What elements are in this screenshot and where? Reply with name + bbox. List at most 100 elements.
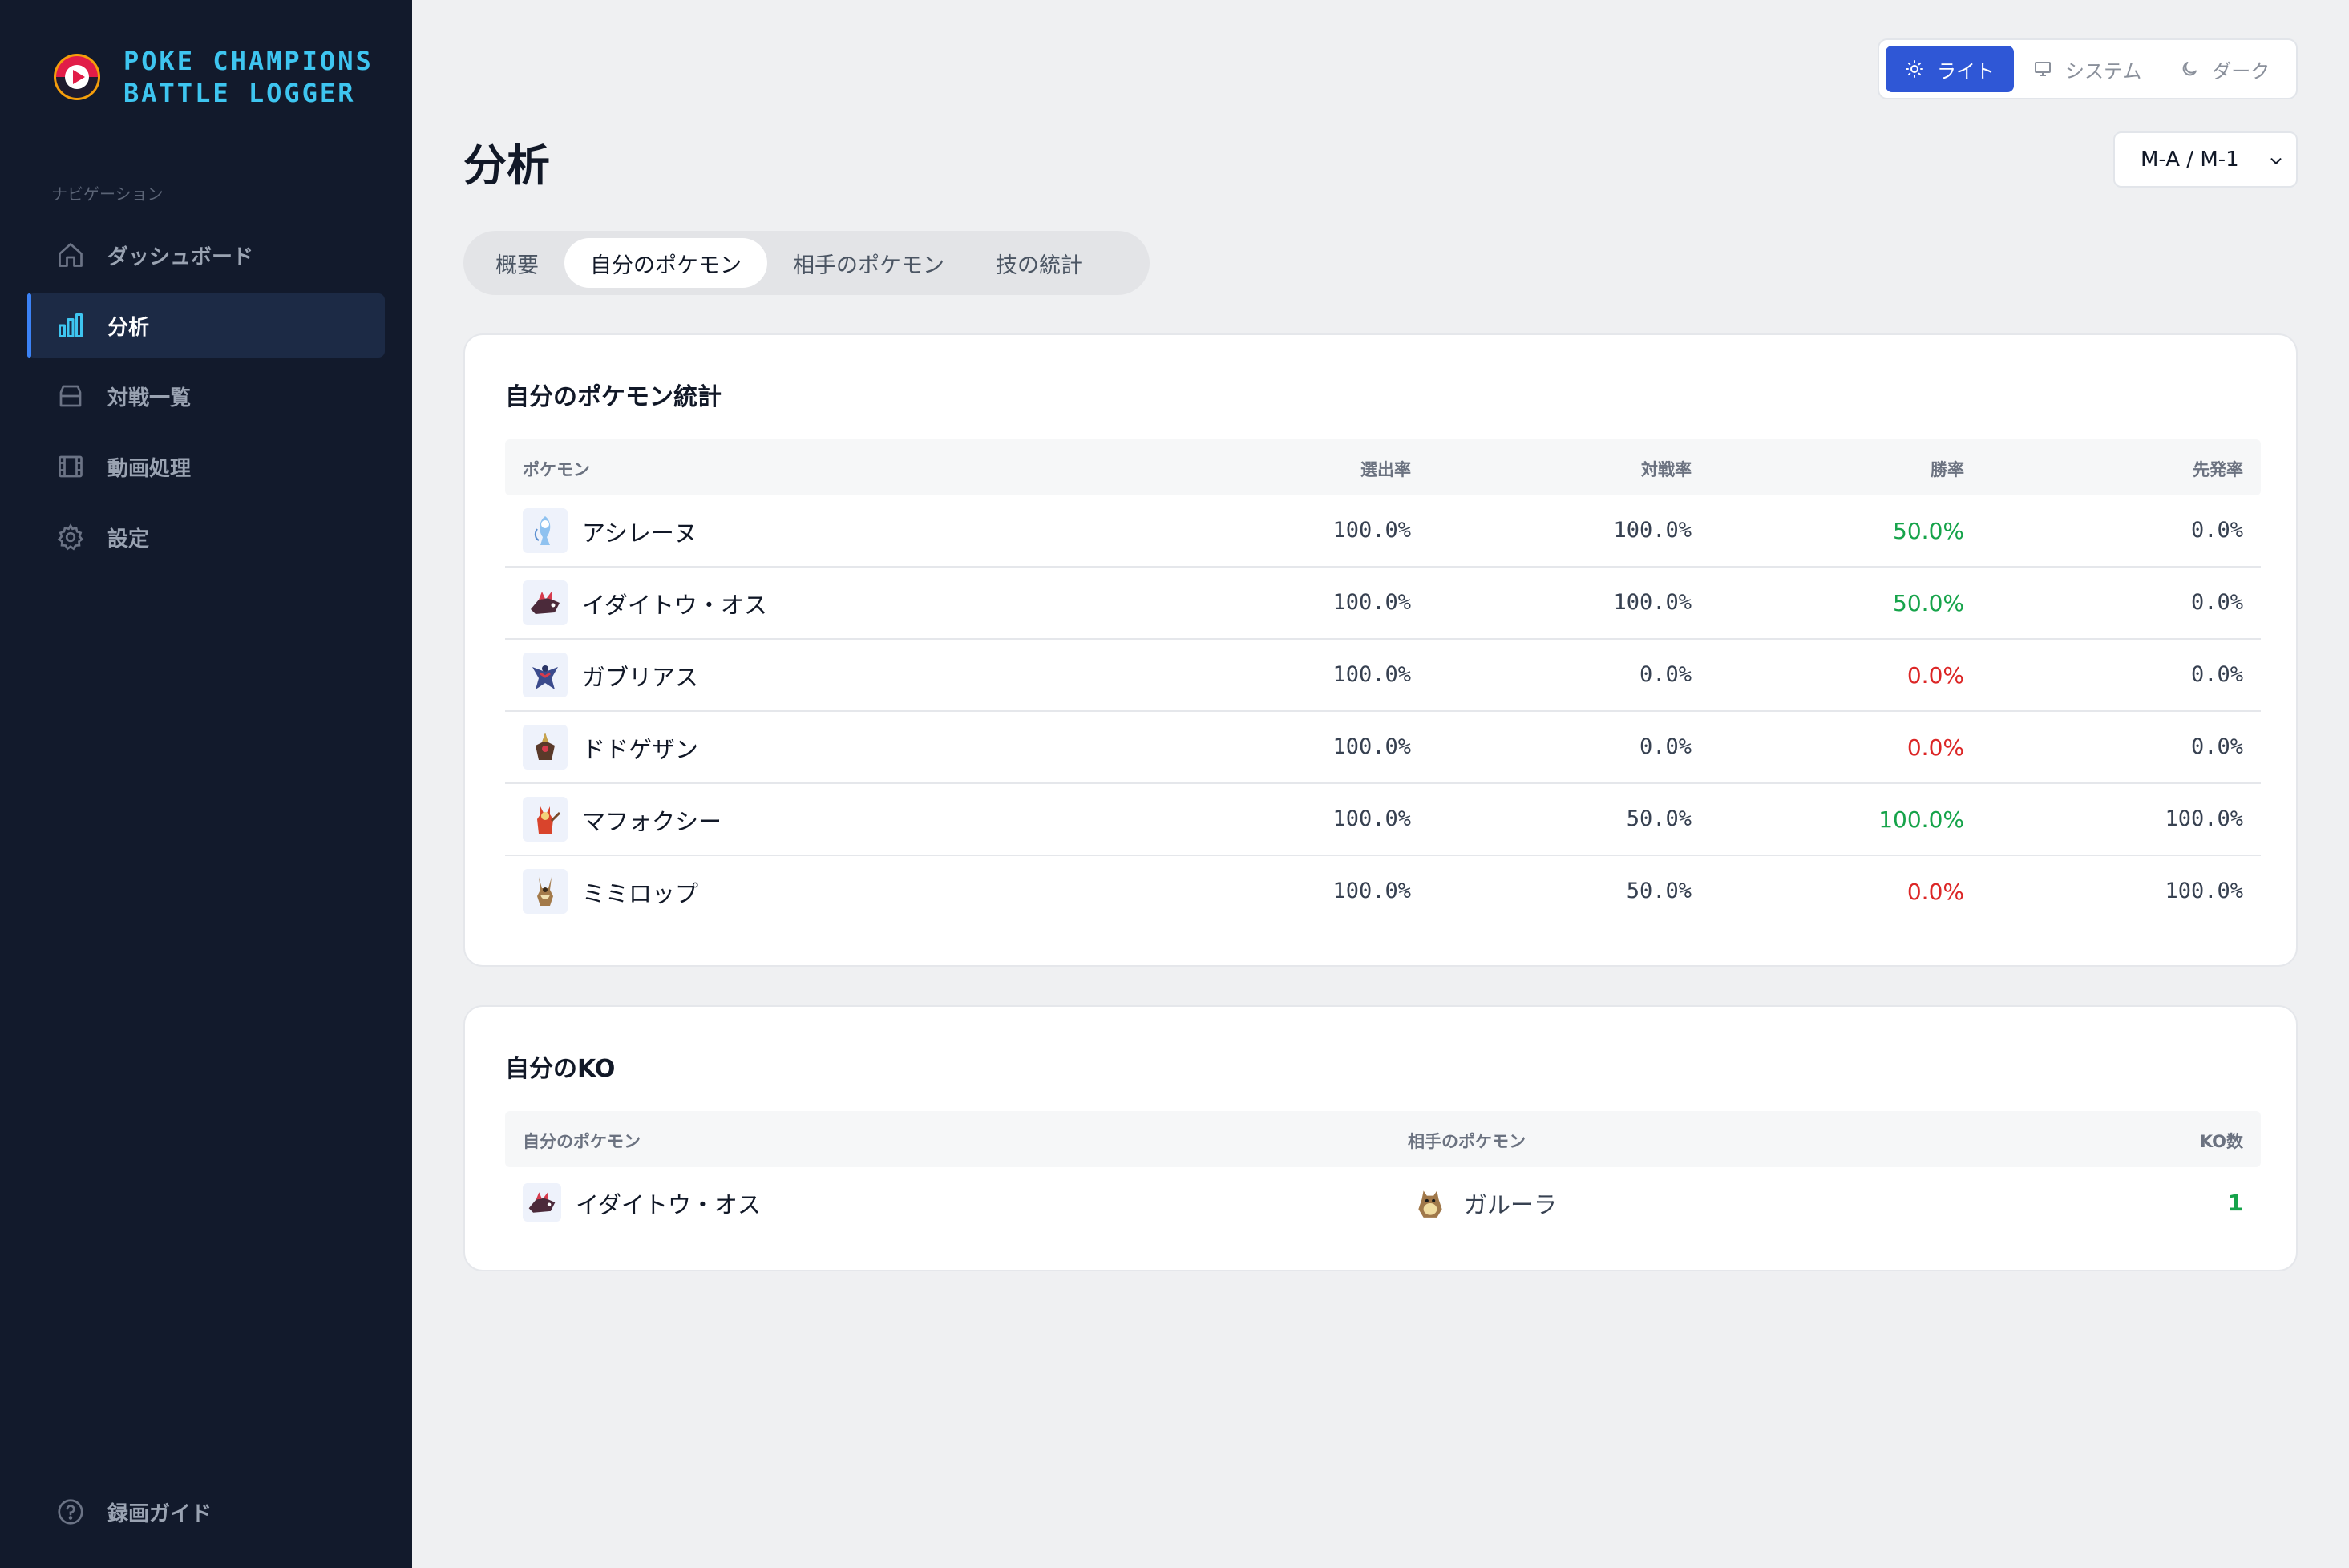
season-select-value: M-A / M-1 xyxy=(2141,148,2239,172)
battle-rate: 100.0% xyxy=(1613,590,1692,615)
table-row[interactable]: ガブリアス 100.0% 0.0% 0.0% 0.0% xyxy=(505,640,2261,712)
tab-opponent-pokemon[interactable]: 相手のポケモン xyxy=(767,238,970,288)
app-logo-icon xyxy=(54,54,100,100)
archive-icon xyxy=(56,382,85,410)
table-row[interactable]: イダイトウ・オス 100.0% 100.0% 50.0% 0.0% xyxy=(505,568,2261,640)
sidebar-item-label: 対戦一覧 xyxy=(107,386,192,410)
table-row[interactable]: ドドゲザン 100.0% 0.0% 0.0% 0.0% xyxy=(505,712,2261,784)
pokemon-sprite-icon xyxy=(523,653,568,697)
app-title-line2: BATTLE LOGGER xyxy=(123,78,356,108)
lead-rate: 0.0% xyxy=(2190,590,2243,615)
win-rate: 50.0% xyxy=(1893,590,1964,616)
table-row[interactable]: マフォクシー 100.0% 50.0% 100.0% 100.0% xyxy=(505,784,2261,856)
pokemon-name: アシレーヌ xyxy=(582,519,697,547)
table-row[interactable]: アシレーヌ 100.0% 100.0% 50.0% 0.0% xyxy=(505,495,2261,568)
battle-rate: 0.0% xyxy=(1639,662,1692,687)
sidebar-item-label: ダッシュボード xyxy=(107,244,254,269)
sun-icon xyxy=(1906,60,1923,78)
pokemon-name: ガブリアス xyxy=(582,664,699,691)
pick-rate: 100.0% xyxy=(1332,662,1411,687)
gear-icon xyxy=(56,523,85,552)
my-pokemon-stats-card: 自分のポケモン統計 ポケモン 選出率 対戦率 勝率 先発率 アシレーヌ 100.… xyxy=(463,333,2298,967)
home-icon xyxy=(56,240,85,269)
pick-rate: 100.0% xyxy=(1332,590,1411,615)
app-title-line1: POKE CHAMPIONS xyxy=(123,46,374,76)
theme-system-label: システム xyxy=(2065,59,2142,83)
tab-overview[interactable]: 概要 xyxy=(470,238,564,288)
stats-card-title: 自分のポケモン統計 xyxy=(505,383,722,411)
sidebar-item-battles[interactable]: 対戦一覧 xyxy=(27,364,385,428)
pick-rate: 100.0% xyxy=(1332,518,1411,543)
col-win-rate[interactable]: 勝率 xyxy=(1931,457,1964,481)
season-select[interactable]: M-A / M-1 xyxy=(2113,131,2298,188)
lead-rate: 0.0% xyxy=(2190,662,2243,687)
moon-icon xyxy=(2182,62,2197,76)
sidebar-item-analysis[interactable]: 分析 xyxy=(27,293,385,358)
theme-switch: ライト システム ダーク xyxy=(1878,38,2298,99)
sidebar-item-recording-guide[interactable]: 録画ガイド xyxy=(27,1480,385,1544)
stats-table-header: ポケモン 選出率 対戦率 勝率 先発率 xyxy=(505,439,2261,495)
pokemon-name: イダイトウ・オス xyxy=(582,592,767,619)
pick-rate: 100.0% xyxy=(1332,734,1411,759)
help-circle-icon xyxy=(56,1497,85,1526)
pokemon-name: ミミロップ xyxy=(582,880,699,907)
sidebar-item-dashboard[interactable]: ダッシュボード xyxy=(27,223,385,287)
pokemon-name: ドドゲザン xyxy=(582,736,699,763)
my-pokemon-name: イダイトウ・オス xyxy=(576,1191,761,1218)
sidebar-item-label: 録画ガイド xyxy=(107,1501,212,1526)
nav-caption: ナビゲーション xyxy=(51,184,164,204)
battle-rate: 50.0% xyxy=(1626,879,1692,903)
col-pick-rate[interactable]: 選出率 xyxy=(1360,457,1411,481)
ko-count: 1 xyxy=(2227,1190,2243,1216)
pokemon-sprite-icon xyxy=(523,508,568,553)
analysis-tabs: 概要 自分のポケモン 相手のポケモン 技の統計 xyxy=(463,231,1150,295)
pokemon-sprite-icon xyxy=(523,1183,561,1222)
theme-light-label: ライト xyxy=(1937,59,1995,83)
col-lead-rate[interactable]: 先発率 xyxy=(2193,457,2243,481)
lead-rate: 0.0% xyxy=(2190,734,2243,759)
pokemon-sprite-icon xyxy=(523,797,568,842)
chevron-down-icon xyxy=(2270,158,2282,164)
theme-light-button[interactable]: ライト xyxy=(1886,46,2014,92)
col-pokemon[interactable]: ポケモン xyxy=(523,457,590,481)
win-rate: 0.0% xyxy=(1906,734,1964,761)
monitor-icon xyxy=(2035,62,2051,76)
col-battle-rate[interactable]: 対戦率 xyxy=(1641,457,1692,481)
pick-rate: 100.0% xyxy=(1332,879,1411,903)
theme-dark-label: ダーク xyxy=(2212,59,2270,83)
lead-rate: 0.0% xyxy=(2190,518,2243,543)
win-rate: 50.0% xyxy=(1893,518,1964,544)
tab-move-stats[interactable]: 技の統計 xyxy=(970,238,1108,288)
sidebar-item-label: 動画処理 xyxy=(107,456,192,481)
pokemon-sprite-icon xyxy=(523,725,568,770)
tab-my-pokemon[interactable]: 自分のポケモン xyxy=(564,238,767,288)
battle-rate: 0.0% xyxy=(1639,734,1692,759)
table-row[interactable]: ミミロップ 100.0% 50.0% 0.0% 100.0% xyxy=(505,856,2261,928)
battle-rate: 100.0% xyxy=(1613,518,1692,543)
sidebar-item-label: 分析 xyxy=(107,315,150,340)
opponent-pokemon-name: ガルーラ xyxy=(1464,1191,1558,1218)
brand[interactable]: POKE CHAMPIONS BATTLE LOGGER xyxy=(51,45,374,109)
col-ko-count[interactable]: KO数 xyxy=(2200,1129,2243,1153)
pokemon-sprite-icon xyxy=(523,580,568,625)
sidebar-item-video[interactable]: 動画処理 xyxy=(27,434,385,499)
win-rate: 100.0% xyxy=(1878,806,1964,833)
battle-rate: 50.0% xyxy=(1626,806,1692,831)
table-row[interactable]: イダイトウ・オス ガルーラ 1 xyxy=(505,1167,2261,1239)
sidebar-item-settings[interactable]: 設定 xyxy=(27,505,385,569)
theme-system-button[interactable]: システム xyxy=(2014,46,2161,92)
sidebar: POKE CHAMPIONS BATTLE LOGGER ナビゲーション ダッシ… xyxy=(0,0,412,1568)
lead-rate: 100.0% xyxy=(2165,806,2243,831)
sidebar-item-label: 設定 xyxy=(107,527,150,552)
theme-dark-button[interactable]: ダーク xyxy=(2161,46,2289,92)
bar-chart-icon xyxy=(56,311,85,340)
win-rate: 0.0% xyxy=(1906,662,1964,689)
col-opponent-pokemon[interactable]: 相手のポケモン xyxy=(1408,1129,1526,1153)
my-ko-card: 自分のKO 自分のポケモン 相手のポケモン KO数 イダイトウ・オス ガルーラ … xyxy=(463,1005,2298,1271)
col-my-pokemon[interactable]: 自分のポケモン xyxy=(523,1129,641,1153)
win-rate: 0.0% xyxy=(1906,879,1964,905)
pokemon-name: マフォクシー xyxy=(582,808,722,835)
ko-card-title: 自分のKO xyxy=(505,1055,616,1083)
page-title: 分析 xyxy=(463,140,550,191)
lead-rate: 100.0% xyxy=(2165,879,2243,903)
